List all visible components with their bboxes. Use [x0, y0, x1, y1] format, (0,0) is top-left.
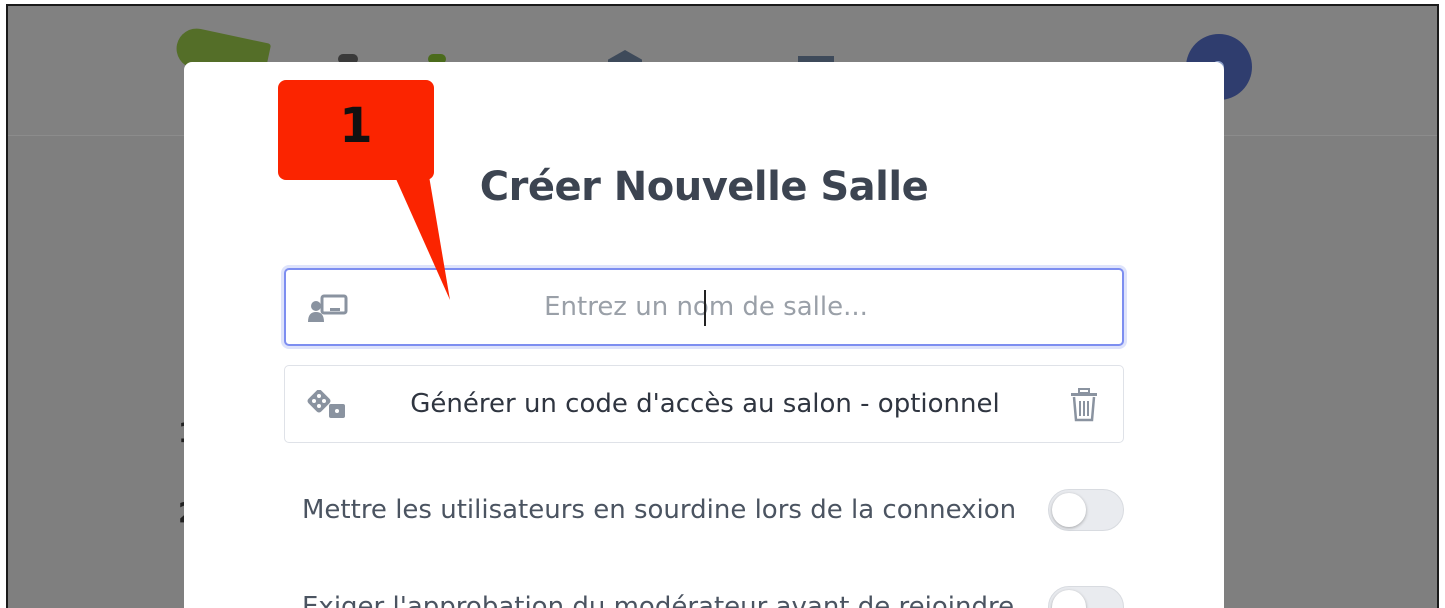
trash-icon[interactable]: [1069, 388, 1099, 422]
toggle-knob: [1052, 493, 1086, 527]
mute-on-join-label: Mettre les utilisateurs en sourdine lors…: [302, 495, 1017, 525]
access-code-label[interactable]: Générer un code d'accès au salon - optio…: [365, 366, 1045, 442]
mute-on-join-toggle[interactable]: [1048, 489, 1124, 531]
access-code-field[interactable]: Générer un code d'accès au salon - optio…: [284, 365, 1124, 443]
room-name-field[interactable]: [284, 268, 1124, 346]
moderator-approval-row: Exiger l'approbation du modérateur avant…: [302, 582, 1124, 608]
dice-icon: [305, 389, 349, 420]
moderator-approval-label: Exiger l'approbation du modérateur avant…: [302, 592, 1015, 608]
step-callout: 1: [278, 80, 434, 180]
screenshot-frame: 1 2 Créer Nouvelle Salle: [6, 4, 1439, 608]
step-number: 1: [339, 98, 373, 154]
toggle-knob: [1052, 590, 1086, 608]
moderator-approval-toggle[interactable]: [1048, 586, 1124, 608]
mute-on-join-row: Mettre les utilisateurs en sourdine lors…: [302, 485, 1124, 535]
presenter-icon: [306, 294, 350, 324]
room-name-input[interactable]: [366, 270, 1046, 344]
text-caret: [704, 290, 706, 326]
